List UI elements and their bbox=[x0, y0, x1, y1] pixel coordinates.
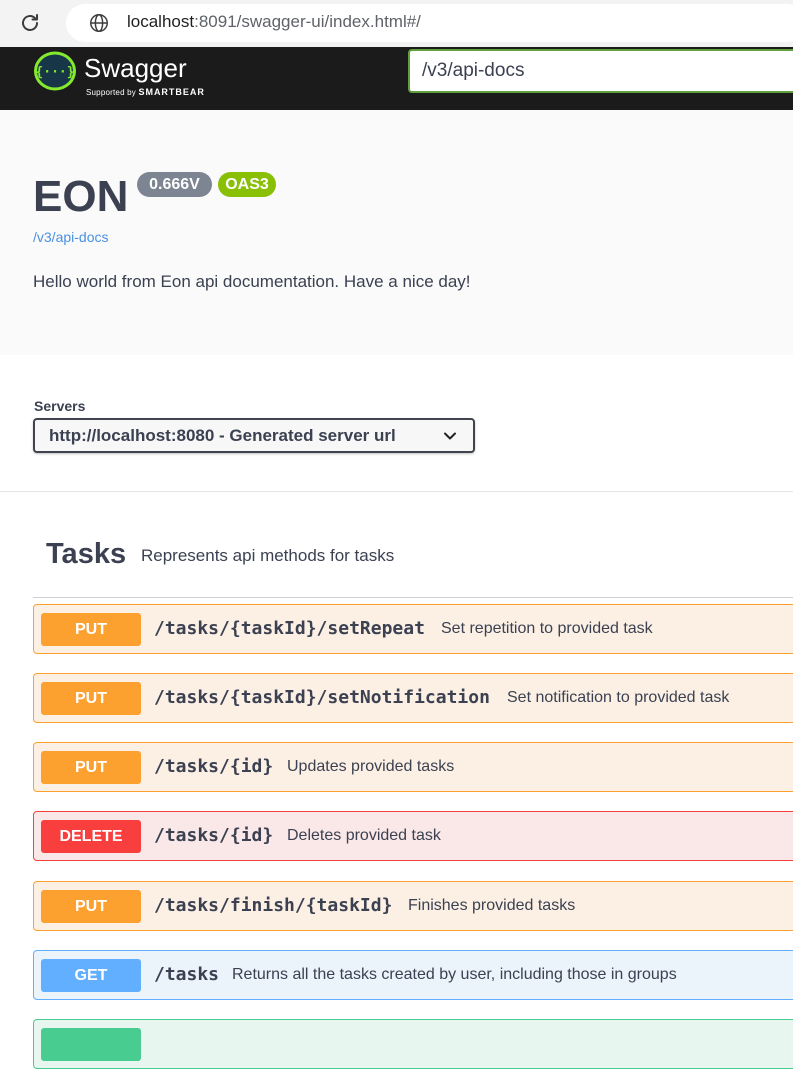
url-host: localhost bbox=[127, 12, 195, 31]
reload-icon[interactable] bbox=[18, 11, 42, 35]
operation-put-update-task[interactable]: PUT /tasks/{id} Updates provided tasks bbox=[33, 742, 793, 792]
spec-url-input[interactable] bbox=[408, 49, 793, 93]
operation-summary: Returns all the tasks created by user, i… bbox=[232, 966, 677, 983]
browser-toolbar: localhost:8091/swagger-ui/index.html#/ bbox=[0, 0, 793, 47]
logo-glyph: {···} bbox=[35, 65, 74, 80]
tag-description: Represents api methods for tasks bbox=[141, 546, 395, 565]
operation-path: /tasks/{taskId}/setRepeat bbox=[154, 618, 425, 639]
operation-summary: Finishes provided tasks bbox=[408, 897, 576, 914]
address-bar-url[interactable]: localhost:8091/swagger-ui/index.html#/ bbox=[127, 12, 421, 32]
operation-delete-task[interactable]: DELETE /tasks/{id} Deletes provided task bbox=[33, 811, 793, 861]
logo-sub-prefix: Supported by bbox=[86, 88, 136, 97]
api-title: EON bbox=[33, 172, 129, 221]
operation-path: /tasks/{id} bbox=[154, 825, 274, 846]
method-badge: PUT bbox=[41, 682, 141, 715]
globe-icon[interactable] bbox=[88, 12, 110, 34]
operation-put-finish-task[interactable]: PUT /tasks/finish/{taskId} Finishes prov… bbox=[33, 881, 793, 931]
operation-path: /tasks/{taskId}/setNotification bbox=[154, 687, 490, 708]
operation-summary: Set repetition to provided task bbox=[441, 620, 653, 637]
operation-partially-visible[interactable] bbox=[33, 1019, 793, 1069]
operation-get-tasks[interactable]: GET /tasks Returns all the tasks created… bbox=[33, 950, 793, 1000]
method-badge: DELETE bbox=[41, 820, 141, 853]
oas-badge: OAS3 bbox=[218, 172, 276, 197]
operation-path: /tasks/finish/{taskId} bbox=[154, 895, 393, 916]
servers-label: Servers bbox=[34, 398, 86, 414]
method-badge: PUT bbox=[41, 890, 141, 923]
operation-summary: Set notification to provided task bbox=[507, 689, 730, 706]
method-badge: PUT bbox=[41, 751, 141, 784]
logo-sub-brand: SMARTBEAR bbox=[138, 87, 205, 97]
method-badge: PUT bbox=[41, 613, 141, 646]
tag-title[interactable]: Tasks bbox=[46, 538, 126, 571]
operation-put-set-notification[interactable]: PUT /tasks/{taskId}/setNotification Set … bbox=[33, 673, 793, 723]
operation-summary: Deletes provided task bbox=[287, 827, 441, 844]
swagger-logo-icon[interactable]: {···} bbox=[33, 51, 77, 91]
version-badge: 0.666V bbox=[137, 172, 212, 197]
chevron-down-icon bbox=[444, 432, 456, 440]
operation-path: /tasks/{id} bbox=[154, 756, 274, 777]
logo-title[interactable]: Swagger bbox=[84, 53, 187, 84]
operation-put-set-repeat[interactable]: PUT /tasks/{taskId}/setRepeat Set repeti… bbox=[33, 604, 793, 654]
server-select-value: http://localhost:8080 - Generated server… bbox=[49, 426, 396, 445]
tag-divider bbox=[33, 597, 793, 598]
info-section bbox=[0, 110, 793, 355]
spec-link[interactable]: /v3/api-docs bbox=[33, 229, 108, 245]
operation-path: /tasks bbox=[154, 964, 220, 985]
api-description: Hello world from Eon api documentation. … bbox=[33, 272, 471, 291]
method-badge bbox=[41, 1028, 141, 1061]
server-select[interactable]: http://localhost:8080 - Generated server… bbox=[33, 418, 475, 453]
method-badge: GET bbox=[41, 959, 141, 992]
operation-summary: Updates provided tasks bbox=[287, 758, 455, 775]
logo-subtitle: Supported by SMARTBEAR bbox=[86, 87, 205, 97]
url-path: :8091/swagger-ui/index.html#/ bbox=[194, 12, 421, 31]
